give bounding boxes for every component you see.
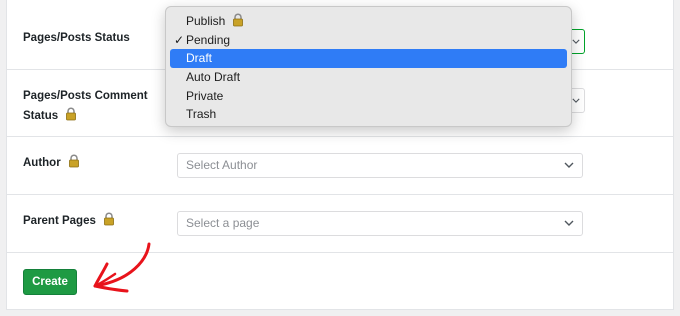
status-dropdown-menu: Publish ✓ Pending Draft Auto Draft Privat…	[165, 6, 572, 127]
lock-icon	[103, 212, 114, 226]
option-trash[interactable]: Trash	[170, 105, 567, 124]
chevron-down-icon	[572, 98, 580, 103]
lock-icon	[233, 13, 244, 27]
row-author: Author Select Author	[7, 137, 673, 195]
lock-icon	[68, 154, 79, 168]
author-label: Author	[23, 153, 81, 173]
checkmark-icon: ✓	[174, 32, 185, 47]
option-pending[interactable]: ✓ Pending	[170, 31, 567, 50]
author-select[interactable]: Select Author	[177, 153, 583, 178]
parent-pages-label: Parent Pages	[23, 211, 116, 231]
red-hand-drawn-arrow	[93, 242, 151, 293]
option-private[interactable]: Private	[170, 87, 567, 106]
comment-status-label-line1: Pages/Posts Comment	[23, 90, 148, 102]
option-draft[interactable]: Draft	[170, 49, 567, 69]
lock-icon	[66, 107, 77, 121]
comment-status-label-line2: Status	[23, 110, 59, 122]
option-auto-draft[interactable]: Auto Draft	[170, 68, 567, 87]
parent-page-placeholder: Select a page	[186, 216, 260, 230]
create-button[interactable]: Create	[23, 269, 77, 295]
chevron-down-icon	[564, 162, 574, 168]
author-placeholder: Select Author	[186, 158, 258, 172]
status-label: Pages/Posts Status	[23, 32, 130, 44]
chevron-down-icon	[572, 39, 580, 44]
option-publish[interactable]: Publish	[170, 12, 567, 31]
parent-page-select[interactable]: Select a page	[177, 211, 583, 236]
comment-status-label: Pages/Posts Comment Status	[23, 86, 148, 126]
chevron-down-icon	[564, 220, 574, 226]
